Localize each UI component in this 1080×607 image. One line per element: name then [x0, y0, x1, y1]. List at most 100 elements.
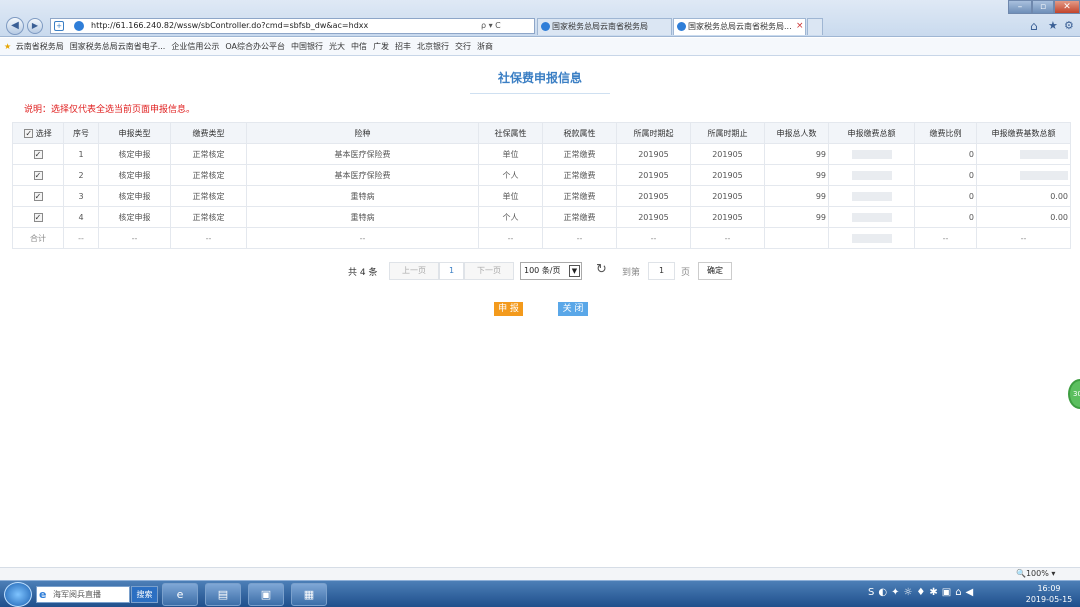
table-cell-sb-type: 核定申报 — [98, 185, 171, 207]
table-cell-start: 201905 — [616, 164, 691, 186]
total-cell: -- — [976, 227, 1071, 249]
tab-1[interactable]: 国家税务总局云南省税务局 — [537, 18, 672, 35]
row-checkbox[interactable]: ✓ — [33, 170, 43, 180]
forward-button[interactable]: ▶ — [27, 18, 43, 34]
table-cell-end: 201905 — [690, 164, 765, 186]
favorite-item[interactable]: 光大 — [329, 42, 345, 51]
page-size-value: 100 条/页 — [524, 266, 561, 275]
select-all-header[interactable]: ✓ 选择 — [12, 122, 64, 144]
app-taskbar-icon[interactable]: ▣ — [248, 583, 284, 606]
table-cell-sb-attr: 个人 — [478, 206, 543, 228]
favorite-item[interactable]: 中信 — [351, 42, 367, 51]
chevron-down-icon[interactable]: ▼ — [569, 265, 580, 277]
table-row[interactable]: ✓ 4 核定申报 正常核定 重特病 个人 正常缴费 201905 201905 99 0 0.00 — [12, 206, 1071, 228]
favorite-item[interactable]: OA综合办公平台 — [225, 42, 285, 51]
redacted-value — [1020, 170, 1068, 180]
prev-page-button[interactable]: 上一页 — [389, 262, 439, 280]
table-cell-sb-type: 核定申报 — [98, 206, 171, 228]
favorites-star-icon[interactable]: ★ — [4, 42, 11, 51]
page-size-select[interactable]: 100 条/页 ▼ — [520, 262, 582, 280]
folder-taskbar-icon[interactable]: ▤ — [205, 583, 241, 606]
favorite-item[interactable]: 国家税务总局云南省电子... — [70, 42, 166, 51]
search-refresh-icons[interactable]: ρ ▾ C — [481, 19, 501, 33]
row-checkbox[interactable]: ✓ — [33, 191, 43, 201]
favorite-item[interactable]: 企业信用公示 — [171, 42, 219, 51]
favorite-item[interactable]: 广发 — [373, 42, 389, 51]
clock-time: 16:09 — [1037, 584, 1061, 593]
pagination: 共 4 条 上一页 1 下一页 100 条/页 ▼ ↻ 到第 1 页 确定 — [0, 262, 1080, 282]
column-header: 税款属性 — [542, 122, 617, 144]
window-close-button[interactable]: ✕ — [1054, 0, 1080, 14]
table-cell-sb-attr: 个人 — [478, 164, 543, 186]
clock[interactable]: 16:09 2019-05-15 — [1022, 583, 1076, 605]
refresh-icon[interactable]: ↻ — [596, 262, 607, 277]
select-all-checkbox[interactable]: ✓ — [24, 128, 34, 138]
favorite-item[interactable]: 北京银行 — [417, 42, 449, 51]
spreadsheet-taskbar-icon[interactable]: ▦ — [291, 583, 327, 606]
taskbar-search-button[interactable]: 搜索 — [131, 586, 158, 603]
maximize-button[interactable]: ▫ — [1032, 0, 1054, 14]
current-page[interactable]: 1 — [439, 262, 464, 280]
table-cell-total — [828, 164, 915, 186]
title-underline — [470, 93, 610, 94]
row-select-cell[interactable]: ✓ — [12, 206, 64, 228]
favorite-item[interactable]: 招丰 — [395, 42, 411, 51]
favorite-item[interactable]: 浙商 — [477, 42, 493, 51]
start-button[interactable] — [4, 582, 32, 607]
declare-button[interactable]: 申 报 — [494, 302, 523, 316]
table-row[interactable]: ✓ 3 核定申报 正常核定 重特病 单位 正常缴费 201905 201905 99 0 0.00 — [12, 185, 1071, 207]
table-row[interactable]: ✓ 1 核定申报 正常核定 基本医疗保险费 单位 正常缴费 201905 201905 99 0 — [12, 143, 1071, 165]
table-cell-jf-type: 正常核定 — [170, 164, 247, 186]
back-button[interactable]: ◀ — [6, 17, 24, 35]
tools-gear-icon[interactable]: ⚙ — [1064, 19, 1074, 32]
system-tray-icons[interactable]: S◐✦☼♦✱▣⌂◀ — [868, 587, 977, 598]
new-tab-button[interactable] — [807, 18, 823, 35]
home-icon[interactable]: ⌂ — [1030, 19, 1038, 33]
table-cell-sb-attr: 单位 — [478, 143, 543, 165]
close-button[interactable]: 关 闭 — [558, 302, 588, 316]
goto-confirm-button[interactable]: 确定 — [698, 262, 732, 280]
minimize-button[interactable]: – — [1008, 0, 1032, 14]
address-bar[interactable]: + http://61.166.240.82/wssw/sbController… — [50, 18, 535, 34]
favorite-item[interactable]: 中国银行 — [291, 42, 323, 51]
favorite-item[interactable]: 交行 — [455, 42, 471, 51]
column-header: 缴费比例 — [914, 122, 977, 144]
side-float-widget[interactable]: 30 — [1068, 379, 1080, 409]
clock-date: 2019-05-15 — [1025, 595, 1073, 604]
next-page-button[interactable]: 下一页 — [464, 262, 514, 280]
table-cell-no: 1 — [63, 143, 99, 165]
favorites-star-icon[interactable]: ★ — [1048, 19, 1058, 32]
table-cell-ratio: 0 — [914, 206, 977, 228]
row-checkbox[interactable]: ✓ — [33, 149, 43, 159]
table-cell-end: 201905 — [690, 185, 765, 207]
ie-page-icon — [74, 21, 84, 31]
table-cell-ratio: 0 — [914, 143, 977, 165]
table-cell-jf-type: 正常核定 — [170, 143, 247, 165]
table-row[interactable]: ✓ 2 核定申报 正常核定 基本医疗保险费 个人 正常缴费 201905 201905 99 0 — [12, 164, 1071, 186]
table-cell-base — [976, 164, 1071, 186]
row-select-cell[interactable]: ✓ — [12, 164, 64, 186]
table-cell-total — [828, 185, 915, 207]
row-select-cell[interactable]: ✓ — [12, 143, 64, 165]
table-cell-start: 201905 — [616, 206, 691, 228]
table-cell-sk-attr: 正常缴费 — [542, 143, 617, 165]
zoom-level[interactable]: 🔍100% ▾ — [1016, 568, 1055, 580]
column-header: 社保属性 — [478, 122, 543, 144]
row-select-cell[interactable]: ✓ — [12, 185, 64, 207]
compat-view-icon[interactable]: + — [54, 21, 64, 31]
favorite-item[interactable]: 云南省税务局 — [16, 42, 64, 51]
tab-2[interactable]: 国家税务总局云南省税务局... × — [673, 18, 806, 35]
ie-tab-icon — [541, 22, 550, 31]
total-cell: -- — [690, 227, 765, 249]
table-cell-end: 201905 — [690, 206, 765, 228]
table-cell-ratio: 0 — [914, 164, 977, 186]
ie-taskbar-icon[interactable]: e — [162, 583, 198, 606]
total-cell: -- — [914, 227, 977, 249]
goto-page-input[interactable]: 1 — [648, 262, 675, 280]
page-unit-label: 页 — [681, 268, 691, 278]
close-tab-icon[interactable]: × — [796, 19, 804, 34]
zoom-value: 100% — [1025, 569, 1049, 578]
taskbar-search-input[interactable]: e 海军阅兵直播 — [36, 586, 130, 603]
total-label: 合计 — [12, 227, 64, 249]
row-checkbox[interactable]: ✓ — [33, 212, 43, 222]
